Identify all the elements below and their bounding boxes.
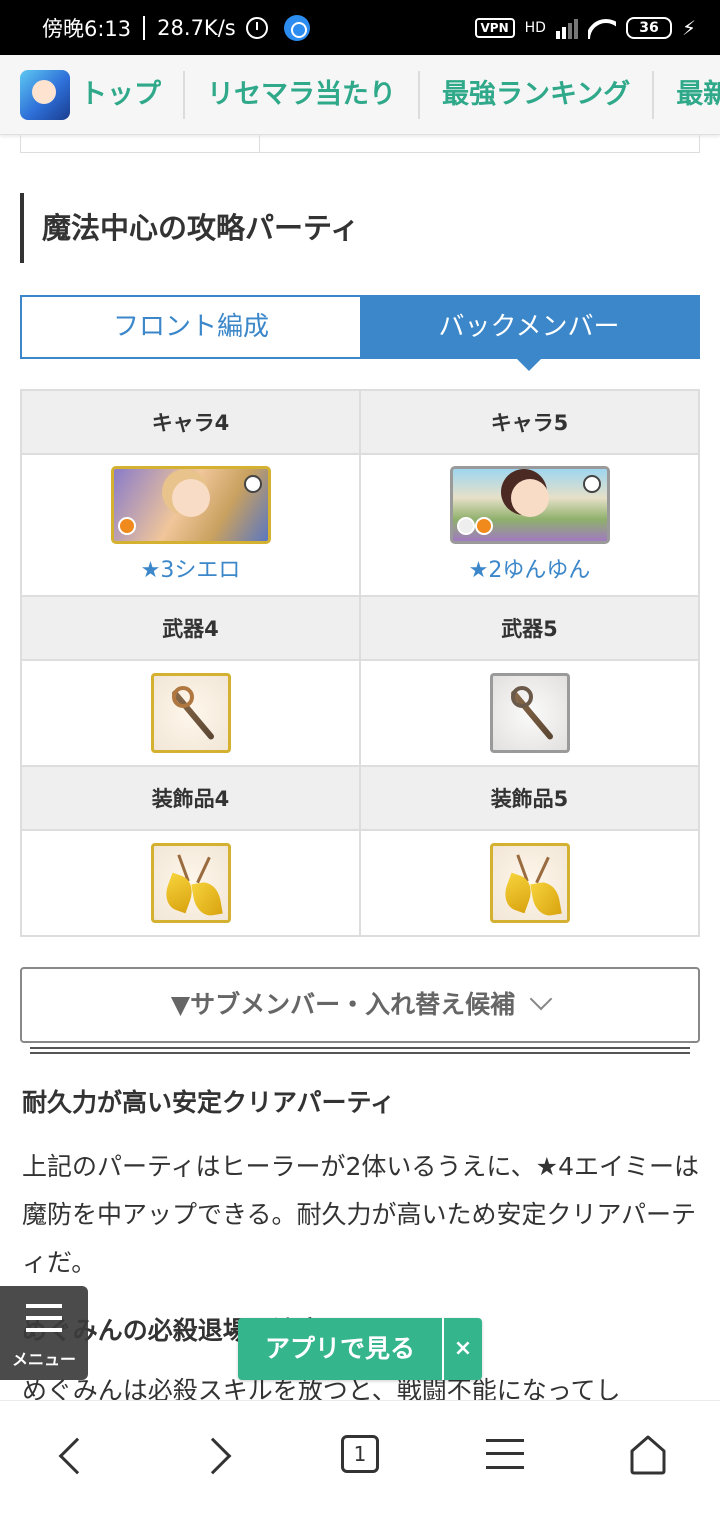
battery-level: 36 <box>639 19 659 36</box>
leaf-accessory-icon[interactable] <box>150 843 231 923</box>
chara4-face <box>171 479 210 517</box>
status-bar: 傍晚6:13 28.7K/s VPN HD 36 ⚡ <box>0 0 720 55</box>
chara5-cell: ★2ゆんゆん <box>359 453 700 597</box>
chara4-cell: ★3シエロ <box>20 453 361 597</box>
close-banner-button[interactable]: × <box>444 1318 482 1380</box>
header-chara5: キャラ5 <box>359 389 700 455</box>
menu-icon <box>486 1439 524 1469</box>
nav-item-latest[interactable]: 最新 <box>654 71 720 119</box>
status-speed: 28.7K/s <box>157 15 236 40</box>
back-button[interactable] <box>40 1429 100 1485</box>
status-divider <box>143 15 146 40</box>
tab-count: 1 <box>341 1435 379 1473</box>
nav-item-top[interactable]: トップ <box>70 70 185 119</box>
chevron-down-icon <box>529 987 553 1011</box>
open-in-app-banner: アプリで見る × <box>238 1318 482 1380</box>
site-nav: トップ リセマラ当たり 最強ランキング 最新 <box>0 55 720 135</box>
chara5-face <box>510 479 549 517</box>
header-acc5: 装飾品5 <box>359 765 700 831</box>
chara4-name-link[interactable]: ★3シエロ <box>22 552 359 584</box>
chara5-portrait[interactable] <box>449 466 610 544</box>
sub-member-accordion[interactable]: ▼サブメンバー・入れ替え候補 <box>20 967 700 1043</box>
floating-menu-button[interactable]: メニュー <box>0 1286 88 1380</box>
wifi-icon <box>588 17 616 39</box>
home-button[interactable] <box>618 1429 678 1485</box>
network-type: HD <box>524 19 546 36</box>
previous-table-edge <box>20 135 700 153</box>
key-icon <box>243 475 262 493</box>
tab-back[interactable]: バックメンバー <box>360 297 698 371</box>
section-title: 魔法中心の攻略パーティ <box>20 193 700 263</box>
hamburger-icon <box>26 1304 62 1332</box>
weapon4-cell <box>20 659 361 767</box>
vpn-icon: VPN <box>474 17 515 38</box>
party-table: キャラ4 キャラ5 ★3シエロ ★2ゆんゆん 武器4 武器5 装飾品4 装飾品5 <box>20 389 700 937</box>
browser-toolbar: 1 <box>0 1400 720 1520</box>
article-paragraph: 上記のパーティはヒーラーが2体いるうえに、★4エイミーは魔防を中アップできる。耐… <box>22 1152 699 1277</box>
header-acc4: 装飾品4 <box>20 765 361 831</box>
browser-menu-button[interactable] <box>474 1429 534 1485</box>
charging-icon: ⚡ <box>681 15 696 40</box>
party-tabs: フロント編成 バックメンバー <box>20 295 700 371</box>
weapon5-cell <box>359 659 700 767</box>
acc4-cell <box>20 829 361 937</box>
site-logo-icon[interactable] <box>20 69 70 120</box>
acc5-cell <box>359 829 700 937</box>
battery-icon: 36 <box>625 16 672 39</box>
element-orb-icon <box>117 517 136 535</box>
section-divider <box>30 1047 690 1054</box>
app-notification-icon <box>283 14 310 41</box>
chara4-portrait[interactable] <box>110 466 271 544</box>
tabs-button[interactable]: 1 <box>330 1429 390 1485</box>
forward-button[interactable] <box>188 1429 248 1485</box>
element-orb-icon <box>456 517 475 535</box>
tab-front[interactable]: フロント編成 <box>22 297 360 357</box>
alarm-icon <box>245 16 268 39</box>
article-heading: 耐久力が高い安定クリアパーティ <box>22 1088 396 1117</box>
accordion-label: ▼サブメンバー・入れ替え候補 <box>170 990 516 1019</box>
chevron-left-icon <box>58 1437 96 1475</box>
key-icon <box>582 475 601 493</box>
nav-item-ranking[interactable]: 最強ランキング <box>420 70 655 119</box>
chevron-right-icon <box>194 1437 232 1475</box>
home-icon <box>628 1433 668 1475</box>
chara5-name-link[interactable]: ★2ゆんゆん <box>361 552 698 584</box>
header-chara4: キャラ4 <box>20 389 361 455</box>
leaf-accessory-icon[interactable] <box>489 843 570 923</box>
open-in-app-button[interactable]: アプリで見る <box>238 1318 444 1380</box>
signal-icon <box>555 17 578 39</box>
status-time: 傍晚6:13 <box>42 16 132 41</box>
staff-icon[interactable] <box>150 673 231 753</box>
menu-label: メニュー <box>11 1350 76 1369</box>
element-orb-icon <box>474 517 493 535</box>
header-weapon5: 武器5 <box>359 595 700 661</box>
header-weapon4: 武器4 <box>20 595 361 661</box>
nav-item-reroll[interactable]: リセマラ当たり <box>185 70 420 119</box>
staff-icon[interactable] <box>489 673 570 753</box>
